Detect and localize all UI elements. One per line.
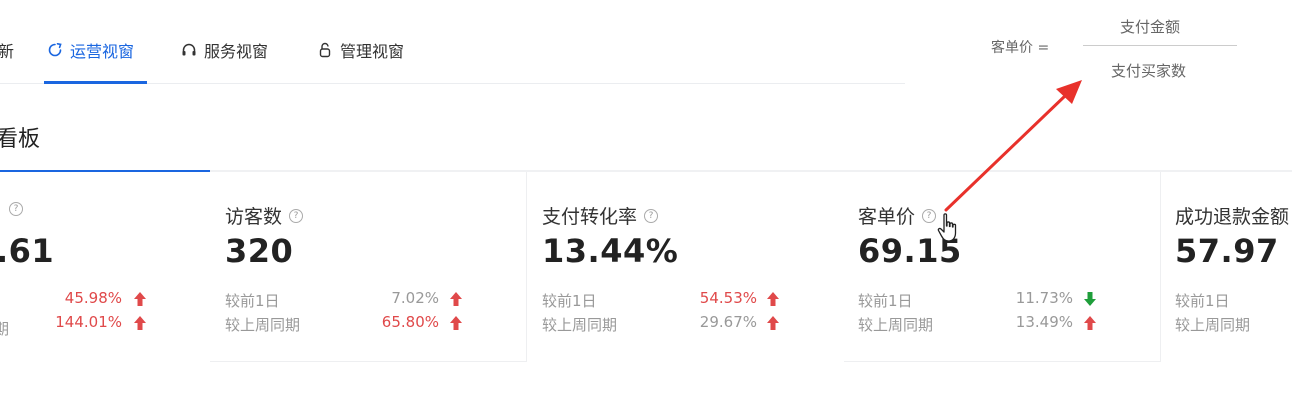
- metric-card-refund-amount[interactable]: 成功退款金额 57.97 较前1日 较上周同期: [1161, 172, 1292, 362]
- formula-lhs: 客单价 =: [991, 40, 1050, 56]
- arrow-up-icon: [767, 292, 779, 306]
- metric-card-name: 访客数 ?: [225, 202, 304, 229]
- tab-management-view-label: 管理视窗: [340, 42, 405, 61]
- help-icon[interactable]: ?: [9, 202, 23, 216]
- metric-card-name: 支付转化率 ?: [542, 202, 659, 229]
- lock-icon: [316, 41, 334, 59]
- metric-value: .61: [0, 232, 55, 270]
- formula-overlay: 客单价 = 支付金额 支付买家数: [905, 0, 1292, 100]
- compare-day-label: 较前1日: [1175, 292, 1230, 310]
- compare-day-pct: 54.53%: [699, 289, 757, 307]
- compare-day-label: 较前1日: [225, 292, 280, 310]
- tab-analysis[interactable]: 新: [0, 38, 14, 62]
- metric-card-name: 客单价 ?: [858, 202, 937, 229]
- view-tabs: 新 运营视窗 服务视窗 管理视窗: [0, 0, 905, 84]
- compare-week-label: 较上周同期: [1175, 316, 1251, 334]
- arrow-down-icon: [1084, 292, 1096, 306]
- tab-operations-view-label: 运营视窗: [70, 42, 135, 61]
- tab-operations-view[interactable]: 运营视窗: [46, 38, 134, 62]
- compare-week-pct: 65.80%: [381, 313, 439, 331]
- tab-service-view[interactable]: 服务视窗: [180, 38, 268, 62]
- metric-card-visitors[interactable]: 访客数 ? 320 较前1日 较上周同期 7.02% 65.80%: [210, 172, 527, 362]
- arrow-up-icon: [1084, 316, 1096, 330]
- headset-icon: [180, 41, 198, 59]
- metric-value: 320: [225, 232, 294, 270]
- compare-day-label: 较前1日: [542, 292, 597, 310]
- active-tab-indicator: [44, 81, 147, 84]
- help-icon[interactable]: ?: [289, 208, 304, 223]
- tab-management-view[interactable]: 管理视窗: [316, 38, 404, 62]
- compare-week-pct: 13.49%: [1015, 313, 1073, 331]
- metric-card-payment-amount[interactable]: ? .61 期 45.98% 144.01%: [0, 172, 210, 362]
- help-icon[interactable]: ?: [922, 208, 937, 223]
- formula-numerator: 支付金额: [1120, 18, 1181, 36]
- compare-week-label: 较上周同期: [225, 316, 301, 334]
- metric-card-name: ?: [2, 202, 23, 216]
- board-title: 看板: [0, 127, 41, 152]
- metric-value: 13.44%: [542, 232, 679, 270]
- compare-week-label: 期: [0, 320, 10, 338]
- compare-day-pct: 7.02%: [391, 289, 439, 307]
- hand-pointer-icon: [937, 213, 957, 242]
- metric-card-name: 成功退款金额: [1175, 206, 1290, 228]
- formula-denominator: 支付买家数: [1111, 62, 1187, 80]
- compare-day-pct: 11.73%: [1015, 289, 1073, 307]
- compare-week-pct: 29.67%: [699, 313, 757, 331]
- arrow-up-icon: [134, 292, 146, 306]
- fraction-bar: [1083, 45, 1237, 46]
- metric-card-avg-order-value[interactable]: 客单价 ? 69.15 较前1日 较上周同期 11.73% 13.49%: [844, 172, 1161, 362]
- metric-value: 57.97: [1175, 232, 1279, 270]
- compare-week-pct: 144.01%: [55, 313, 122, 331]
- tab-service-view-label: 服务视窗: [204, 42, 269, 61]
- arrow-up-icon: [767, 316, 779, 330]
- tab-analysis-label: 新: [0, 42, 15, 61]
- help-icon[interactable]: ?: [644, 208, 659, 223]
- compare-day-pct: 45.98%: [64, 289, 122, 307]
- compare-week-label: 较上周同期: [858, 316, 934, 334]
- arrow-up-icon: [450, 316, 462, 330]
- arrow-up-icon: [134, 316, 146, 330]
- compare-day-label: 较前1日: [858, 292, 913, 310]
- compare-week-label: 较上周同期: [542, 316, 618, 334]
- refresh-circle-icon: [46, 41, 64, 59]
- arrow-up-icon: [450, 292, 462, 306]
- metric-card-conversion-rate[interactable]: 支付转化率 ? 13.44% 较前1日 较上周同期 54.53% 29.67%: [527, 172, 844, 362]
